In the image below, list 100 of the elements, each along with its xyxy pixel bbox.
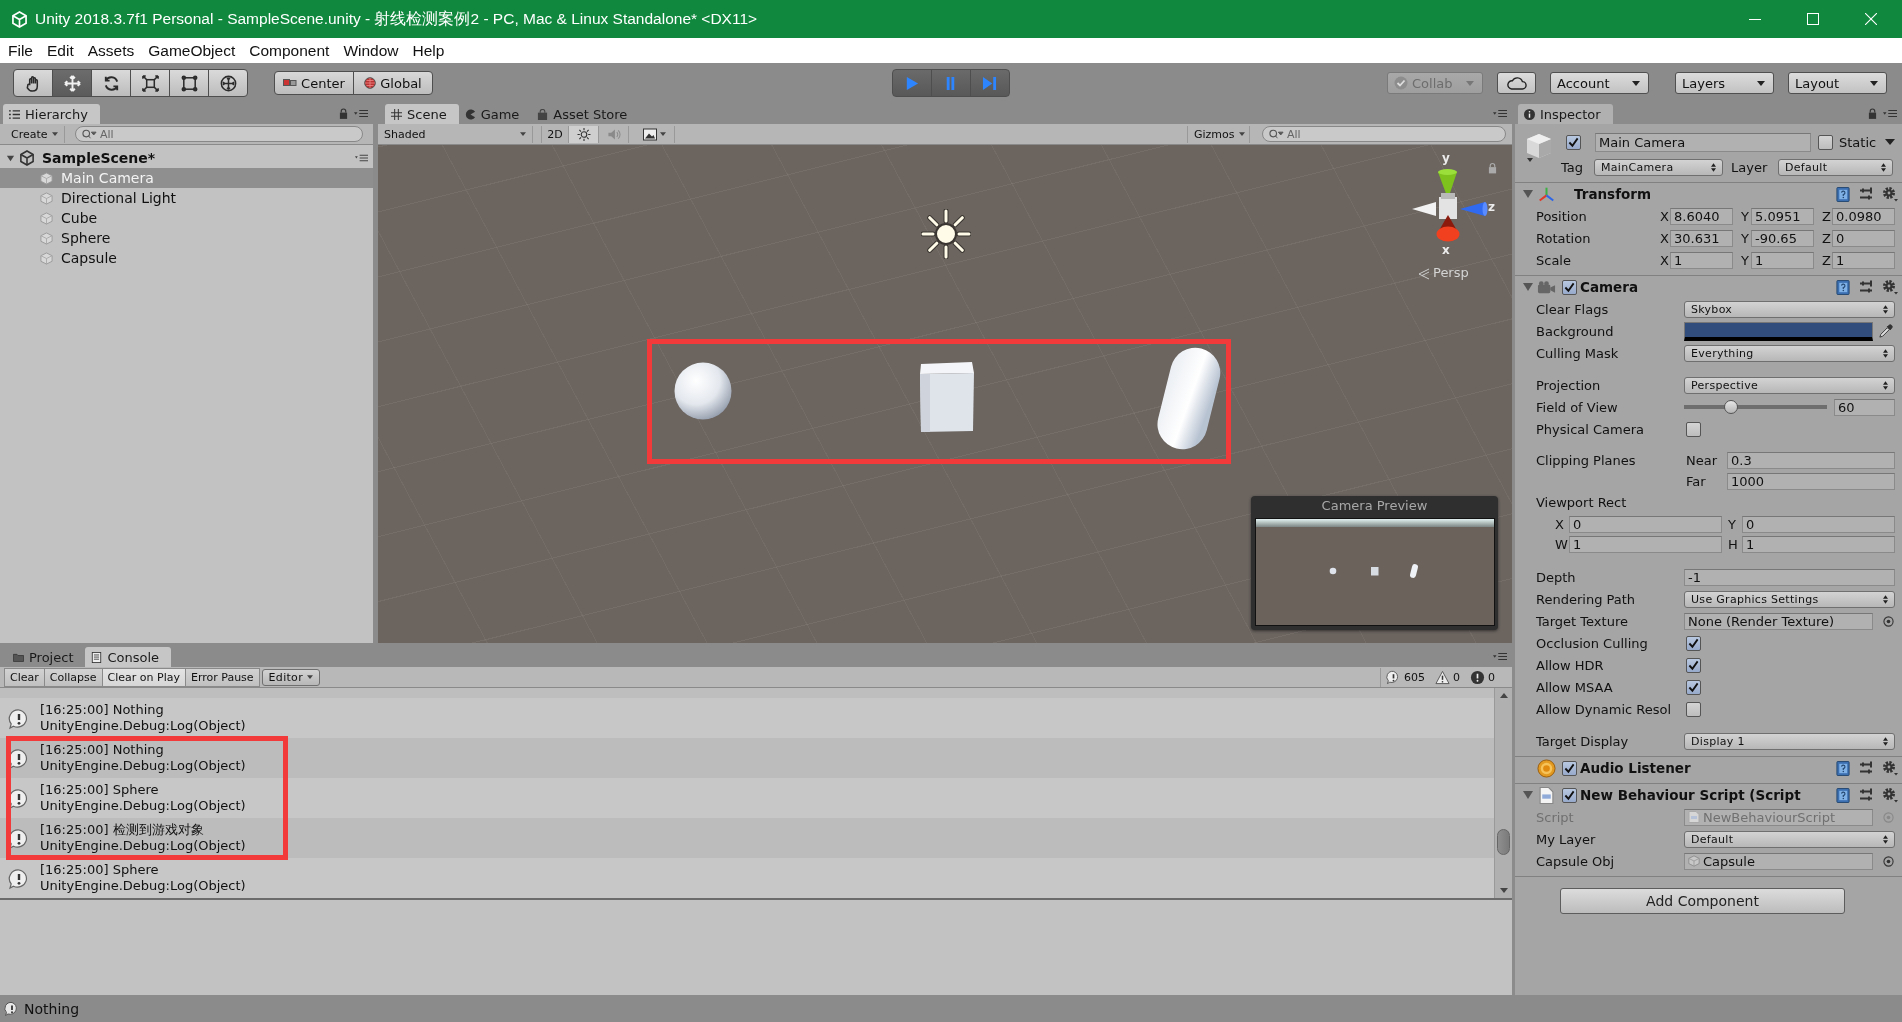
number-field[interactable]: -90.65 — [1751, 229, 1814, 247]
property-dropdown[interactable]: Display 1 — [1684, 732, 1895, 750]
expand-triangle-icon[interactable] — [1523, 189, 1533, 199]
console-toggle[interactable]: Error Pause — [184, 667, 260, 687]
number-field[interactable]: 1 — [1569, 535, 1722, 553]
panel-tab[interactable]: Project — [7, 647, 86, 667]
object-field[interactable]: None (Render Texture) — [1684, 612, 1873, 630]
static-checkbox[interactable] — [1818, 134, 1833, 150]
pivot-toggle[interactable]: Global — [353, 71, 433, 95]
hierarchy-item[interactable]: Capsule — [0, 248, 373, 268]
target-icon[interactable] — [1883, 615, 1894, 627]
log-entry[interactable]: [16:25:00] Sphere UnityEngine.Debug:Log(Object) — [0, 858, 1494, 898]
object-field[interactable]: Capsule — [1684, 852, 1873, 870]
component-title[interactable]: Camera — [1580, 279, 1638, 295]
checkbox[interactable] — [1686, 421, 1701, 437]
number-field[interactable]: -1 — [1684, 568, 1895, 586]
caret-icon[interactable] — [1885, 139, 1896, 145]
component-title[interactable]: New Behaviour Script (Script — [1580, 787, 1801, 803]
projection-label[interactable]: Persp — [1433, 265, 1469, 280]
checkbox[interactable] — [1686, 657, 1701, 673]
gear-icon[interactable] — [1882, 186, 1898, 202]
sliders-icon[interactable] — [1859, 760, 1873, 776]
property-dropdown[interactable]: Everything — [1684, 344, 1895, 362]
log-entry[interactable]: [16:25:00] Nothing UnityEngine.Debug:Log(Object) — [0, 698, 1494, 738]
panel-menu-icon[interactable] — [354, 109, 368, 118]
sun-icon[interactable] — [921, 209, 971, 259]
hierarchy-item[interactable]: Directional Light — [0, 188, 373, 208]
number-field[interactable]: 1 — [1670, 251, 1733, 269]
close-icon[interactable] — [1865, 13, 1877, 25]
maximize-icon[interactable] — [1807, 13, 1819, 25]
enable-checkbox[interactable] — [1562, 787, 1577, 803]
property-dropdown[interactable]: Skybox — [1684, 300, 1895, 318]
number-field[interactable]: 0 — [1742, 515, 1895, 533]
toolbar-dropdown[interactable]: Layout — [1788, 72, 1887, 94]
search-field[interactable]: All — [1262, 126, 1506, 142]
console-toggle[interactable]: Collapse — [43, 667, 103, 687]
scrollbar[interactable] — [1494, 688, 1512, 898]
clear-button[interactable]: Clear — [4, 667, 45, 687]
component-title[interactable]: Audio Listener — [1580, 760, 1691, 776]
color-swatch[interactable] — [1684, 321, 1873, 341]
tool-button[interactable] — [13, 69, 53, 97]
menu-item[interactable]: Window — [336, 41, 406, 60]
help-book-icon[interactable] — [1836, 186, 1850, 202]
sliders-icon[interactable] — [1859, 787, 1873, 803]
number-field[interactable]: 60 — [1834, 398, 1895, 416]
help-book-icon[interactable] — [1836, 787, 1850, 803]
panel-tab[interactable]: Scene — [385, 104, 459, 124]
lock-icon[interactable] — [1488, 162, 1497, 174]
lighting-toggle[interactable] — [569, 125, 599, 143]
log-counter[interactable]: 0 — [1430, 667, 1465, 687]
menu-item[interactable]: Help — [405, 41, 452, 60]
component-title[interactable]: Transform — [1574, 186, 1651, 202]
scene-name[interactable]: SampleScene* — [42, 150, 156, 166]
lock-icon[interactable] — [339, 108, 348, 119]
number-field[interactable]: 8.6040 — [1670, 207, 1733, 225]
help-book-icon[interactable] — [1836, 760, 1850, 776]
console-toggle[interactable]: Clear on Play — [101, 667, 186, 687]
panel-menu-icon[interactable] — [1493, 109, 1507, 118]
scrollbar-thumb[interactable] — [1497, 829, 1510, 855]
target-icon[interactable] — [1883, 855, 1894, 867]
menu-item[interactable]: Assets — [80, 41, 142, 60]
scene-viewport[interactable]: y z x Persp Camera Preview — [378, 145, 1512, 643]
property-dropdown[interactable]: Use Graphics Settings — [1684, 590, 1895, 608]
eyedropper-icon[interactable] — [1878, 323, 1893, 339]
number-field[interactable]: 1 — [1742, 535, 1895, 553]
property-dropdown[interactable]: Perspective — [1684, 376, 1895, 394]
panel-tab[interactable]: Asset Store — [531, 104, 640, 124]
number-field[interactable]: 5.0951 — [1751, 207, 1814, 225]
number-field[interactable]: 0.3 — [1727, 452, 1895, 469]
panel-menu-icon[interactable] — [1493, 652, 1507, 661]
tool-button[interactable] — [130, 69, 170, 97]
cloud-button[interactable] — [1497, 72, 1536, 94]
number-field[interactable]: 0 — [1569, 515, 1722, 533]
gizmos-dropdown[interactable]: Gizmos — [1187, 125, 1250, 143]
number-field[interactable]: 1000 — [1727, 473, 1895, 490]
sphere-object[interactable] — [674, 362, 732, 420]
scroll-down-icon[interactable] — [1499, 888, 1508, 893]
expand-triangle-icon[interactable] — [1523, 790, 1533, 800]
layer-dropdown[interactable]: Default — [1778, 159, 1893, 176]
editor-dropdown[interactable]: Editor — [261, 668, 320, 686]
sliders-icon[interactable] — [1859, 186, 1873, 202]
gear-icon[interactable] — [1882, 760, 1898, 776]
gear-icon[interactable] — [1882, 279, 1898, 295]
menu-item[interactable]: Component — [242, 41, 337, 60]
tool-button[interactable] — [52, 69, 92, 97]
panel-menu-icon[interactable] — [1883, 109, 1897, 118]
create-dropdown[interactable]: Create — [5, 125, 65, 143]
menu-item[interactable]: File — [1, 41, 40, 60]
cube-object[interactable] — [918, 360, 975, 433]
panel-tab[interactable]: Game — [458, 104, 532, 124]
menu-item[interactable]: Edit — [40, 41, 81, 60]
sliders-icon[interactable] — [1859, 279, 1873, 295]
checkbox[interactable] — [1686, 701, 1701, 717]
expand-triangle-icon[interactable] — [6, 153, 15, 163]
enable-checkbox[interactable] — [1562, 279, 1577, 295]
property-dropdown[interactable]: Default — [1684, 830, 1895, 848]
lock-icon[interactable] — [1868, 108, 1877, 119]
toolbar-dropdown[interactable]: Layers — [1675, 72, 1774, 94]
enable-checkbox[interactable] — [1562, 760, 1577, 776]
tool-button[interactable] — [169, 69, 209, 97]
